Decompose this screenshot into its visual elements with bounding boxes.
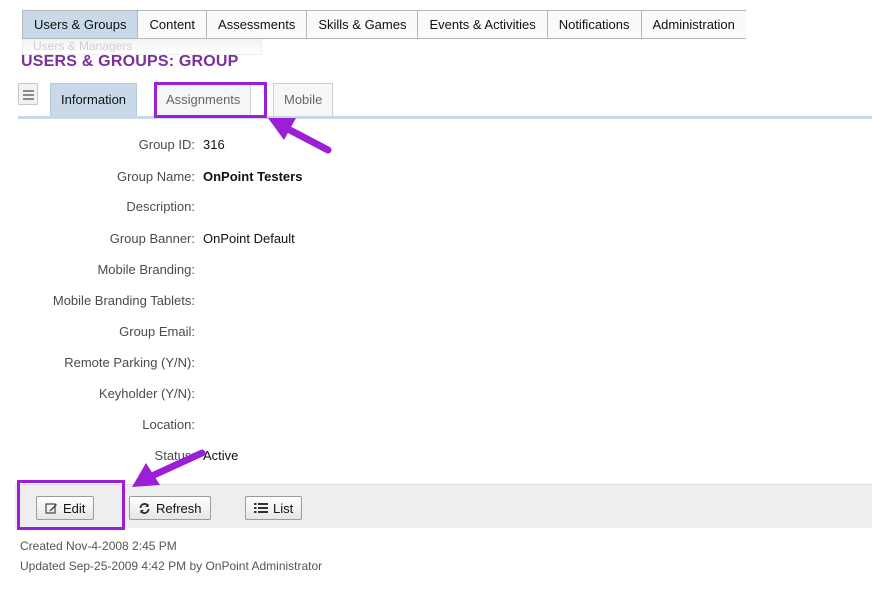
detail-row-keyholder: Keyholder (Y/N): — [0, 386, 872, 406]
description-label: Description: — [126, 199, 195, 214]
page-title: USERS & GROUPS: GROUP — [21, 53, 239, 70]
hamburger-menu-icon[interactable] — [18, 83, 38, 105]
nav-skills-games[interactable]: Skills & Games — [306, 11, 417, 38]
detail-row-remote-parking: Remote Parking (Y/N): — [0, 355, 872, 375]
detail-row-group-email: Group Email: — [0, 324, 872, 344]
list-icon — [254, 503, 268, 513]
assignments-highlight-box — [154, 82, 267, 118]
nav-notifications[interactable]: Notifications — [546, 11, 641, 38]
mobile-branding-tablets-label: Mobile Branding Tablets: — [52, 293, 195, 308]
group-name-label: Group Name: — [116, 169, 195, 184]
list-button[interactable]: List — [245, 496, 303, 520]
updated-timestamp: Updated Sep-25-2009 4:42 PM by OnPoint A… — [20, 559, 323, 573]
top-navigation: Users & Groups Content Assessments Skill… — [22, 10, 746, 39]
location-label: Location: — [142, 417, 195, 432]
created-timestamp: Created Nov-4-2008 2:45 PM — [20, 539, 177, 553]
arrow-annotation-icon — [132, 449, 206, 487]
detail-row-group-name: Group Name: OnPoint Testers — [0, 169, 872, 189]
group-id-value: 316 — [203, 137, 225, 152]
detail-row-mobile-branding: Mobile Branding: — [0, 262, 872, 282]
detail-row-group-id: Group ID: 316 — [0, 137, 872, 157]
list-button-label: List — [273, 500, 294, 516]
mobile-branding-label: Mobile Branding: — [97, 262, 195, 277]
nav-administration[interactable]: Administration — [640, 11, 746, 38]
nav-users-groups[interactable]: Users & Groups — [22, 11, 138, 38]
arrow-annotation-icon — [268, 118, 332, 154]
ghost-breadcrumb: Users & Managers — [33, 39, 133, 53]
group-banner-label: Group Banner: — [109, 231, 195, 246]
refresh-button-label: Refresh — [156, 500, 202, 516]
group-banner-value: OnPoint Default — [203, 231, 295, 246]
subtab-bar: Information Assignments Mobile — [18, 81, 872, 119]
refresh-button[interactable]: Refresh — [129, 496, 211, 520]
tab-information[interactable]: Information — [50, 83, 138, 116]
detail-row-location: Location: — [0, 417, 872, 437]
status-value: Active — [203, 448, 239, 463]
group-name-value: OnPoint Testers — [203, 169, 303, 184]
group-email-label: Group Email: — [119, 324, 195, 339]
remote-parking-label: Remote Parking (Y/N): — [64, 355, 195, 370]
detail-row-mobile-branding-tablets: Mobile Branding Tablets: — [0, 293, 872, 313]
edit-highlight-box — [17, 480, 125, 530]
nav-content[interactable]: Content — [137, 11, 206, 38]
group-id-label: Group ID: — [138, 137, 195, 152]
nav-assessments[interactable]: Assessments — [206, 11, 306, 38]
nav-events-activities[interactable]: Events & Activities — [417, 11, 546, 38]
detail-row-description: Description: — [0, 199, 872, 219]
refresh-icon — [139, 502, 150, 514]
detail-row-group-banner: Group Banner: OnPoint Default — [0, 231, 872, 251]
keyholder-label: Keyholder (Y/N): — [98, 386, 195, 401]
